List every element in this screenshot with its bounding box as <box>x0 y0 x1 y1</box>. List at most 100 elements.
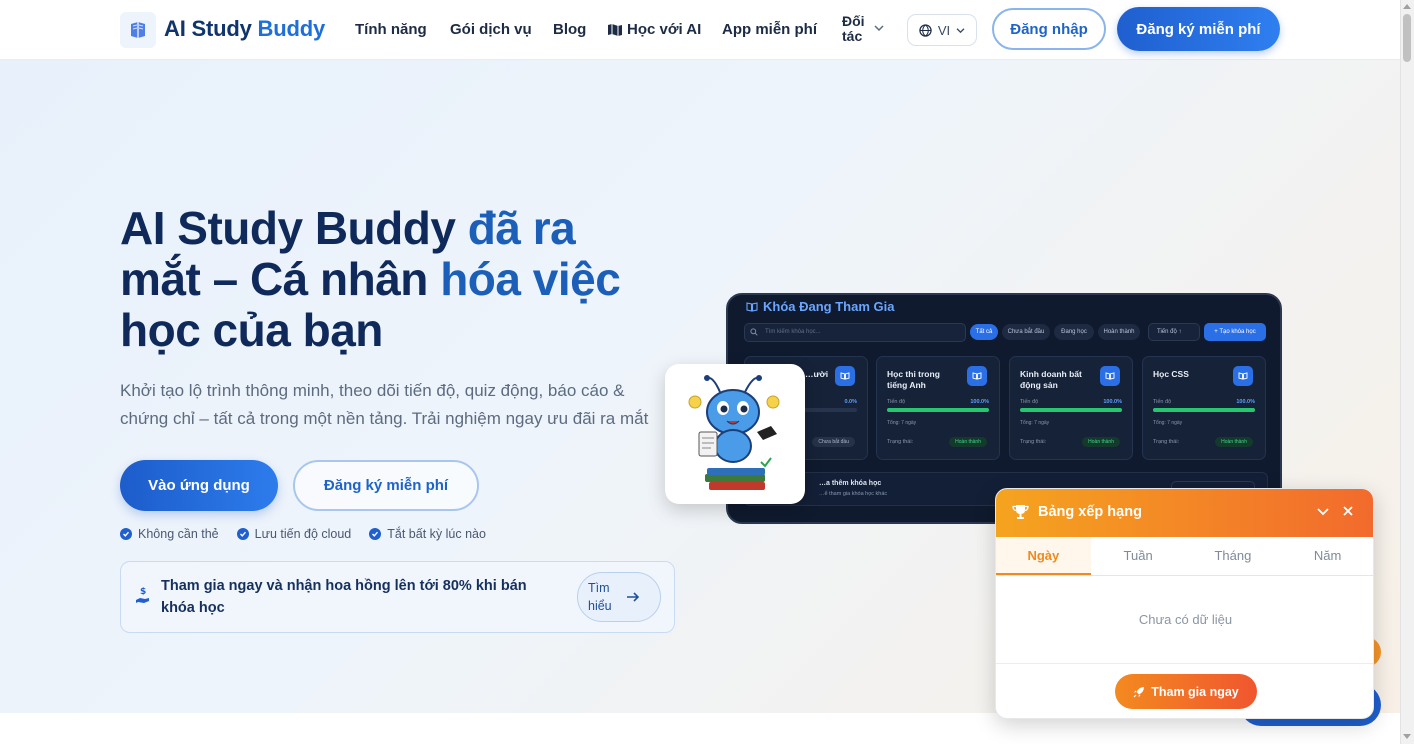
preview-status-badge: Chưa bắt đầu <box>812 437 855 447</box>
book-icon <box>1233 366 1253 386</box>
preview-filter-all: Tất cả <box>970 324 998 340</box>
preview-progress-value: 100.0% <box>1236 399 1255 405</box>
scroll-down-arrow-icon[interactable] <box>1403 734 1411 740</box>
leaderboard-header: Bảng xếp hạng <box>996 489 1373 537</box>
benefit-label: Tắt bất kỳ lúc nào <box>387 527 486 541</box>
open-app-button[interactable]: Vào ứng dụng <box>120 460 278 511</box>
preview-course-card: Kinh doanh bất động sản Tiến độ 100.0% T… <box>1009 356 1133 460</box>
preview-filter-done: Hoàn thành <box>1098 324 1140 340</box>
preview-new-course: + Tạo khóa học <box>1204 323 1266 341</box>
tab-week[interactable]: Tuần <box>1091 537 1186 575</box>
preview-title-text: Khóa Đang Tham Gia <box>763 299 895 314</box>
preview-status-label: Trạng thái: <box>1153 439 1180 445</box>
hero-subtitle-line1: Khởi tạo lộ trình thông minh, theo dõi t… <box>120 381 625 400</box>
benefit-item: Không cần thẻ <box>120 527 219 541</box>
brand-name[interactable]: AI Study Buddy <box>164 16 325 42</box>
preview-course-title: Học CSS <box>1153 369 1189 379</box>
benefit-item: Lưu tiến độ cloud <box>236 527 352 541</box>
search-icon <box>750 328 758 336</box>
preview-progress-bar <box>887 408 989 412</box>
hero-title-highlight1: đã ra <box>467 202 576 254</box>
mascot-image <box>665 364 805 504</box>
nav-partner-line2: tác <box>842 28 863 44</box>
preview-status-badge: Hoàn thành <box>1215 437 1253 447</box>
language-selector[interactable]: VI <box>907 14 977 46</box>
preview-progress-bar <box>1153 408 1255 412</box>
benefit-label: Lưu tiến độ cloud <box>254 527 352 541</box>
chevron-down-icon[interactable] <box>1316 506 1330 518</box>
svg-text:$: $ <box>140 587 146 597</box>
hand-coin-icon: $ <box>136 587 149 603</box>
nav-learn-ai[interactable]: Học với AI <box>607 21 701 38</box>
scrollbar-thumb[interactable] <box>1403 14 1411 62</box>
nav-plans[interactable]: Gói dịch vụ <box>450 21 532 38</box>
scroll-up-arrow-icon[interactable] <box>1403 3 1411 9</box>
chevron-down-icon[interactable] <box>874 24 884 32</box>
nav-learn-ai-label: Học với AI <box>627 21 702 38</box>
site-header: AI Study Buddy Tính năng Gói dịch vụ Blo… <box>0 0 1400 60</box>
language-label: VI <box>937 22 951 38</box>
preview-progress-fill <box>1153 408 1255 412</box>
benefit-list: Không cần thẻ Lưu tiến độ cloud Tắt bất … <box>120 527 486 541</box>
page-scrollbar[interactable] <box>1400 0 1414 744</box>
hero-subtitle: Khởi tạo lộ trình thông minh, theo dõi t… <box>120 377 670 433</box>
preview-course-title: Học thi trong tiếng Anh <box>887 369 940 390</box>
preview-progress-label: Tiến độ <box>1153 399 1172 405</box>
preview-progress-value: 100.0% <box>970 399 989 405</box>
benefit-item: Tắt bất kỳ lúc nào <box>369 527 486 541</box>
ant-mascot-illustration <box>688 375 780 490</box>
preview-progress-value: 100.0% <box>1103 399 1122 405</box>
nav-free-app[interactable]: App miễn phí <box>722 21 817 38</box>
nav-features[interactable]: Tính năng <box>355 21 427 38</box>
nav-blog[interactable]: Blog <box>553 21 586 38</box>
preview-status-label: Trạng thái: <box>1020 439 1047 445</box>
book-icon <box>1100 366 1120 386</box>
benefit-label: Không cần thẻ <box>138 527 219 541</box>
preview-add-title: …a thêm khóa học <box>819 480 882 487</box>
brand-logo[interactable] <box>120 12 156 48</box>
hero-title-part2: mắt – Cá nhân <box>120 253 441 305</box>
join-now-label: Tham gia ngay <box>1151 684 1239 699</box>
close-icon[interactable] <box>1342 505 1354 517</box>
hero-title-highlight2: hóa việc <box>440 253 621 305</box>
preview-course-card: Học thi trong tiếng Anh Tiến độ 100.0% T… <box>876 356 1000 460</box>
nav-partner[interactable]: Đối tác <box>842 14 865 44</box>
preview-progress-fill <box>887 408 989 412</box>
check-circle-icon <box>236 528 249 540</box>
hero-subtitle-line2: chứng chỉ – tất cả trong một nền tảng. T… <box>120 409 649 428</box>
learn-more-line1: Tìm <box>588 581 610 595</box>
book-icon <box>835 366 855 386</box>
brand-main: AI Study <box>164 16 258 41</box>
hero-title: AI Study Buddy đã ra mắt – Cá nhân hóa v… <box>120 203 680 356</box>
tab-year[interactable]: Năm <box>1280 537 1373 575</box>
preview-progress-fill <box>1020 408 1122 412</box>
preview-filter-not-started: Chưa bắt đầu <box>1002 324 1050 340</box>
preview-progress-label: Tiến độ <box>887 399 906 405</box>
rocket-icon <box>1133 686 1145 697</box>
affiliate-promo-banner: $ Tham gia ngay và nhận hoa hồng lên tới… <box>120 561 675 633</box>
preview-course-meta: Tổng: 7 ngày <box>887 420 917 426</box>
arrow-right-icon <box>626 592 639 602</box>
learn-more-line2: hiểu <box>588 599 612 613</box>
preview-progress-value: 0.0% <box>844 399 857 405</box>
preview-progress-label: Tiến độ <box>1020 399 1039 405</box>
preview-progress-bar <box>1020 408 1122 412</box>
nav-partner-line1: Đối <box>842 13 865 29</box>
globe-icon <box>919 23 932 37</box>
affiliate-promo-text: Tham gia ngay và nhận hoa hồng lên tới 8… <box>161 578 527 616</box>
leaderboard-widget: Bảng xếp hạng Ngày Tuần Tháng Năm Chưa c… <box>995 488 1374 719</box>
check-circle-icon <box>120 528 132 540</box>
tab-day[interactable]: Ngày <box>996 537 1091 575</box>
preview-course-meta: Tổng: 7 ngày <box>1153 420 1183 426</box>
leaderboard-empty-state: Chưa có dữ liệu <box>1138 612 1233 627</box>
preview-add-subtitle: …ể tham gia khóa học khác <box>819 491 888 497</box>
free-signup-button[interactable]: Đăng ký miễn phí <box>293 460 479 511</box>
join-now-button[interactable]: Tham gia ngay <box>1115 674 1257 709</box>
signup-button[interactable]: Đăng ký miễn phí <box>1117 7 1280 51</box>
divider <box>996 663 1373 664</box>
learn-more-button[interactable]: Tìm hiểu <box>577 572 661 622</box>
book-open-icon <box>746 301 758 312</box>
login-button[interactable]: Đăng nhập <box>992 8 1106 50</box>
tab-month[interactable]: Tháng <box>1186 537 1281 575</box>
trophy-icon <box>1012 505 1029 519</box>
